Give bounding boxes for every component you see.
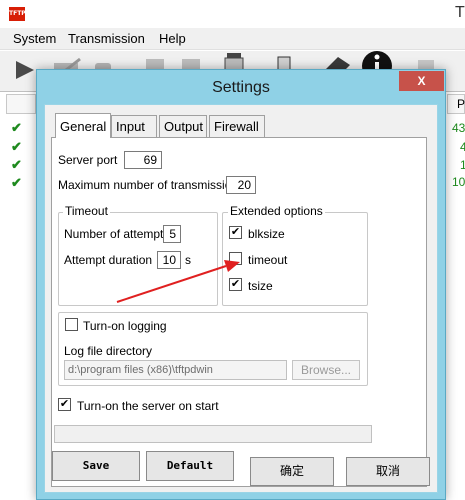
extended-options-group (222, 212, 368, 306)
save-button[interactable]: Save (52, 451, 140, 481)
dialog-client-area: General Input Output Firewall Server por… (44, 104, 438, 493)
start-server-checkbox[interactable]: ✔ (58, 398, 71, 411)
attempts-label: Number of attempts (64, 227, 170, 241)
browse-button[interactable]: Browse... (292, 360, 360, 380)
log-dir-label: Log file directory (64, 344, 153, 358)
row-status-icon: ✔ (11, 175, 22, 190)
list-header-right[interactable]: P (447, 94, 465, 114)
max-transmissions-input[interactable]: 20 (226, 176, 256, 194)
row-status-icon: ✔ (11, 120, 22, 135)
menu-bar: System Transmission Help (0, 28, 465, 50)
ok-button[interactable]: 确定 (250, 457, 334, 486)
duration-label: Attempt duration (64, 253, 153, 267)
logging-label: Turn-on logging (83, 319, 167, 333)
tab-general[interactable]: General (55, 113, 111, 138)
log-dir-input[interactable]: d:\program files (x86)\tftpdwin (64, 360, 287, 380)
blksize-checkbox[interactable]: ✔ (229, 226, 242, 239)
dialog-title: Settings (212, 79, 270, 96)
app-icon: TFTP (9, 7, 26, 21)
main-title-bar: TFTP T (0, 0, 465, 28)
row-value: 10 (452, 175, 465, 189)
duration-unit: s (185, 253, 191, 267)
list-header-status[interactable] (6, 94, 36, 114)
timeout-group-title: Timeout (63, 204, 110, 218)
default-button[interactable]: Default (146, 451, 234, 481)
close-button[interactable]: X (399, 71, 444, 91)
blksize-label: blksize (248, 227, 285, 241)
cancel-button[interactable]: 取消 (346, 457, 430, 486)
timeout-checkbox[interactable] (229, 252, 242, 265)
progress-bar (54, 425, 372, 443)
menu-transmission[interactable]: Transmission (66, 31, 147, 46)
settings-dialog: Settings X General Input Output Firewall… (36, 69, 446, 500)
timeout-option-label: timeout (248, 253, 288, 267)
server-port-input[interactable]: 69 (124, 151, 162, 169)
tsize-checkbox[interactable]: ✔ (229, 278, 242, 291)
row-value: 43 (452, 121, 465, 135)
main-window-title: T (455, 4, 465, 21)
start-server-label: Turn-on the server on start (77, 399, 219, 413)
tab-output[interactable]: Output (159, 115, 207, 137)
row-value: 4 (460, 140, 465, 154)
tsize-label: tsize (248, 279, 273, 293)
extended-options-title: Extended options (228, 204, 325, 218)
logging-checkbox[interactable] (65, 318, 78, 331)
row-status-icon: ✔ (11, 157, 22, 172)
menu-system[interactable]: System (11, 31, 58, 46)
menu-help[interactable]: Help (157, 31, 188, 46)
row-value: 1 (460, 158, 465, 172)
tab-firewall[interactable]: Firewall (209, 115, 265, 137)
general-tab-panel: Server port 69 Maximum number of transmi… (51, 137, 427, 487)
close-icon: X (417, 74, 426, 88)
duration-input[interactable]: 10 (157, 251, 181, 269)
server-port-label: Server port (58, 153, 118, 167)
tab-input[interactable]: Input (111, 115, 157, 137)
attempts-input[interactable]: 5 (163, 225, 181, 243)
row-status-icon: ✔ (11, 139, 22, 154)
max-transmissions-label: Maximum number of transmissions (58, 178, 245, 192)
